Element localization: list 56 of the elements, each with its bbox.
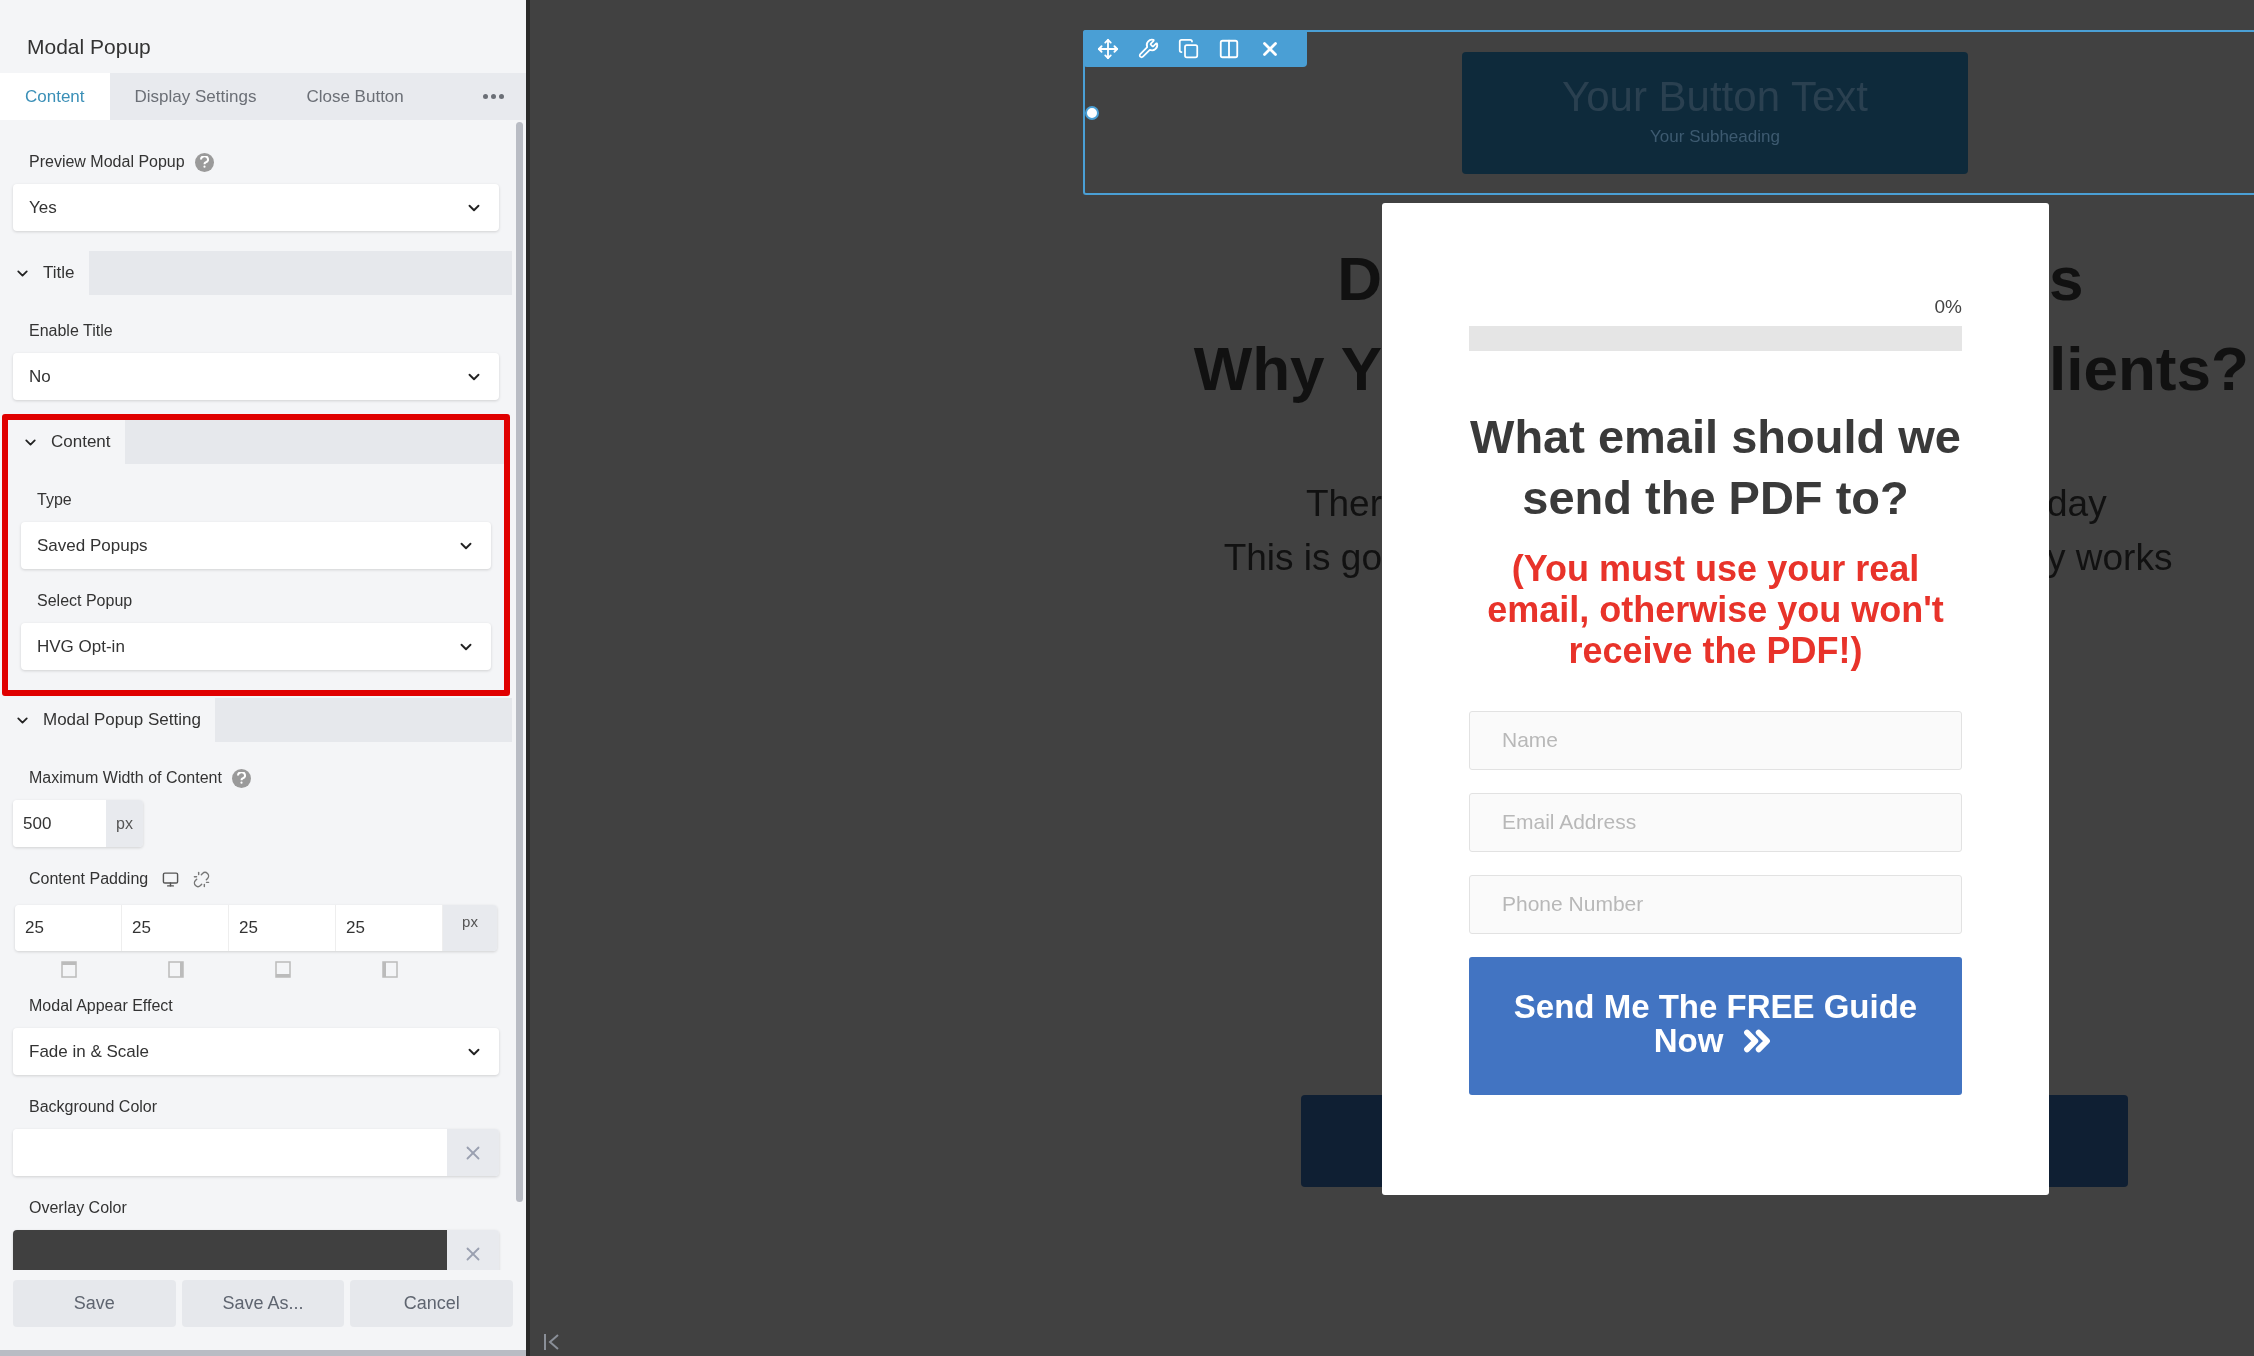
unit-label: px	[106, 800, 143, 847]
padding-input[interactable]: 25	[336, 905, 443, 951]
footer-button[interactable]: Save	[13, 1280, 176, 1327]
field-label: Maximum Width of Content	[29, 768, 222, 788]
help-icon[interactable]	[231, 768, 251, 788]
select-dropdown[interactable]: Saved Popups	[21, 522, 491, 569]
monitor-icon[interactable]	[162, 870, 180, 888]
form-input[interactable]: Phone Number	[1469, 874, 1962, 934]
submit-button[interactable]: Send Me The FREE Guide Now	[1469, 956, 1962, 1095]
form-input[interactable]: Email Address	[1469, 792, 1962, 852]
wrench-icon[interactable]	[1138, 38, 1159, 59]
settings-tab[interactable]: Content	[0, 73, 110, 120]
padding-input[interactable]: 25	[229, 905, 336, 951]
copy-icon[interactable]	[1178, 38, 1199, 59]
select-dropdown[interactable]: Yes	[13, 184, 499, 231]
section-header[interactable]: Title	[0, 251, 89, 295]
color-swatch[interactable]	[13, 1129, 447, 1176]
unit-label: px	[443, 905, 497, 951]
panel-title: Modal Popup	[27, 33, 151, 60]
progress-label: 0%	[1934, 295, 1962, 319]
popup-heading: What email should we send the PDF to?	[1469, 408, 1962, 526]
field-label: Modal Appear Effect	[29, 996, 173, 1016]
padding-input[interactable]: 25	[15, 905, 122, 951]
popup-warning: (You must use your real email, otherwise you won't receive the PDF!)	[1486, 547, 1945, 671]
select-dropdown[interactable]: HVG Opt-in	[21, 623, 491, 670]
section-header[interactable]: Content	[8, 420, 125, 464]
field-label: Content Padding	[29, 869, 149, 889]
padding-input[interactable]: 25	[122, 905, 229, 951]
scrollbar[interactable]	[515, 122, 523, 1202]
clear-button[interactable]	[447, 1129, 499, 1176]
field-label: Enable Title	[29, 321, 113, 341]
section-header[interactable]: Modal Popup Setting	[0, 698, 215, 742]
clear-button[interactable]	[447, 1230, 499, 1270]
number-input[interactable]: 500	[13, 800, 106, 847]
side-icon	[167, 961, 184, 978]
footer-button[interactable]: Cancel	[350, 1280, 513, 1327]
settings-tab[interactable]: Close Button	[281, 73, 429, 120]
field-label: Preview Modal Popup	[29, 152, 185, 172]
unlink-icon[interactable]	[193, 870, 211, 888]
move-icon[interactable]	[1097, 37, 1119, 60]
field-label: Type	[37, 490, 72, 510]
columns-icon[interactable]	[1218, 37, 1240, 60]
select-dropdown[interactable]: No	[13, 353, 499, 400]
footer-button[interactable]: Save As...	[181, 1280, 345, 1327]
color-swatch[interactable]	[13, 1230, 447, 1270]
settings-tab[interactable]: Display Settings	[109, 73, 282, 120]
field-label: Overlay Color	[29, 1198, 127, 1218]
side-icon	[60, 961, 77, 978]
help-icon[interactable]	[194, 152, 214, 172]
side-icon	[381, 961, 398, 978]
field-label: Select Popup	[37, 591, 133, 611]
side-icon	[274, 961, 291, 978]
resize-handle[interactable]	[1085, 106, 1099, 120]
form-input[interactable]: Name	[1469, 710, 1962, 770]
select-dropdown[interactable]: Fade in & Scale	[13, 1028, 499, 1075]
field-label: Background Color	[29, 1097, 158, 1117]
